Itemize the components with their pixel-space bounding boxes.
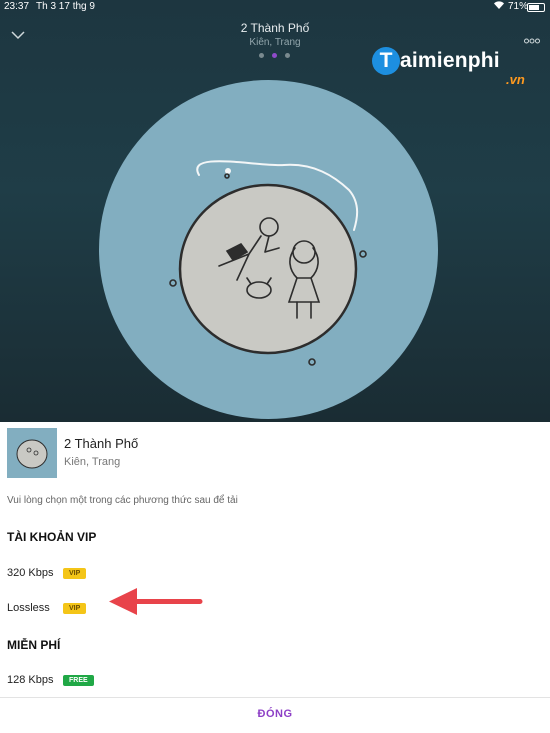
- pointer-arrow-icon: [109, 588, 203, 615]
- status-bar: 23:37 Th 3 17 thg 9 71%: [0, 0, 550, 14]
- option-128-kbps[interactable]: 128 Kbps: [7, 674, 53, 686]
- watermark-letter: T: [372, 47, 400, 75]
- battery-percent: 71%: [508, 1, 529, 12]
- section-vip-title: TÀI KHOẢN VIP: [7, 530, 97, 544]
- page-dot[interactable]: [285, 53, 290, 58]
- now-playing-screen: 23:37 Th 3 17 thg 9 71% 2 Thành Phố Kiên…: [0, 0, 550, 422]
- section-free-title: MIỄN PHÍ: [7, 638, 61, 652]
- song-title: 2 Thành Phố: [64, 436, 139, 451]
- download-prompt: Vui lòng chọn một trong các phương thức …: [7, 495, 238, 506]
- battery-icon: [527, 3, 545, 12]
- close-button[interactable]: ĐÓNG: [0, 708, 550, 720]
- page-dot-active[interactable]: [272, 53, 277, 58]
- page-dot[interactable]: [259, 53, 264, 58]
- album-thumbnail: [7, 428, 57, 478]
- status-date: Th 3 17 thg 9: [36, 1, 95, 12]
- more-options-icon[interactable]: [524, 31, 540, 44]
- divider: [0, 697, 550, 698]
- page-indicator: [259, 53, 293, 59]
- status-time: 23:37: [4, 1, 30, 12]
- player-title: 2 Thành Phố: [240, 21, 310, 35]
- watermark-name: aimienphi: [400, 49, 500, 72]
- option-320-kbps[interactable]: 320 Kbps: [7, 567, 53, 579]
- watermark-suffix: .vn: [506, 72, 525, 87]
- option-lossless[interactable]: Lossless: [7, 602, 50, 614]
- vip-badge: VIP: [63, 568, 87, 579]
- free-badge: FREE: [63, 675, 94, 686]
- wifi-icon: [493, 0, 505, 13]
- song-artist: Kiên, Trang: [64, 456, 121, 468]
- album-art-disc: [99, 80, 438, 419]
- download-sheet: 2 Thành Phố Kiên, Trang Vui lòng chọn mộ…: [0, 422, 550, 733]
- album-illustration: [169, 160, 367, 366]
- vip-badge: VIP: [63, 603, 87, 614]
